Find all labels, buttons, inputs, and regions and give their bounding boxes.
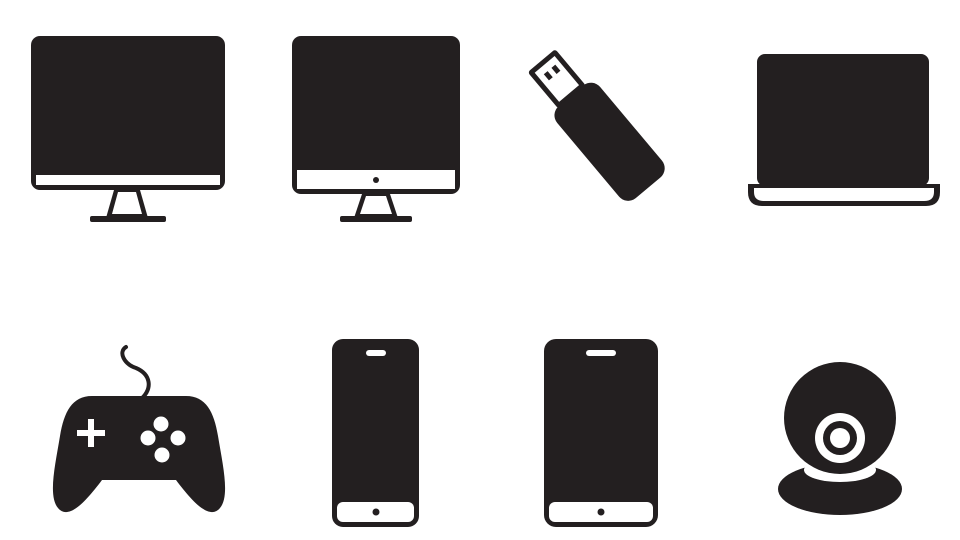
imac-monitor-icon xyxy=(292,36,460,222)
laptop-icon xyxy=(748,54,940,206)
tablet-phone-icon xyxy=(544,339,658,527)
webcam-icon xyxy=(778,362,902,515)
smartphone-icon xyxy=(332,339,419,527)
gamepad-icon xyxy=(52,345,226,513)
desktop-monitor-icon xyxy=(31,36,225,222)
device-icon-sheet xyxy=(0,0,960,540)
usb-flash-drive-icon xyxy=(528,50,665,201)
icon-grid xyxy=(31,36,940,527)
